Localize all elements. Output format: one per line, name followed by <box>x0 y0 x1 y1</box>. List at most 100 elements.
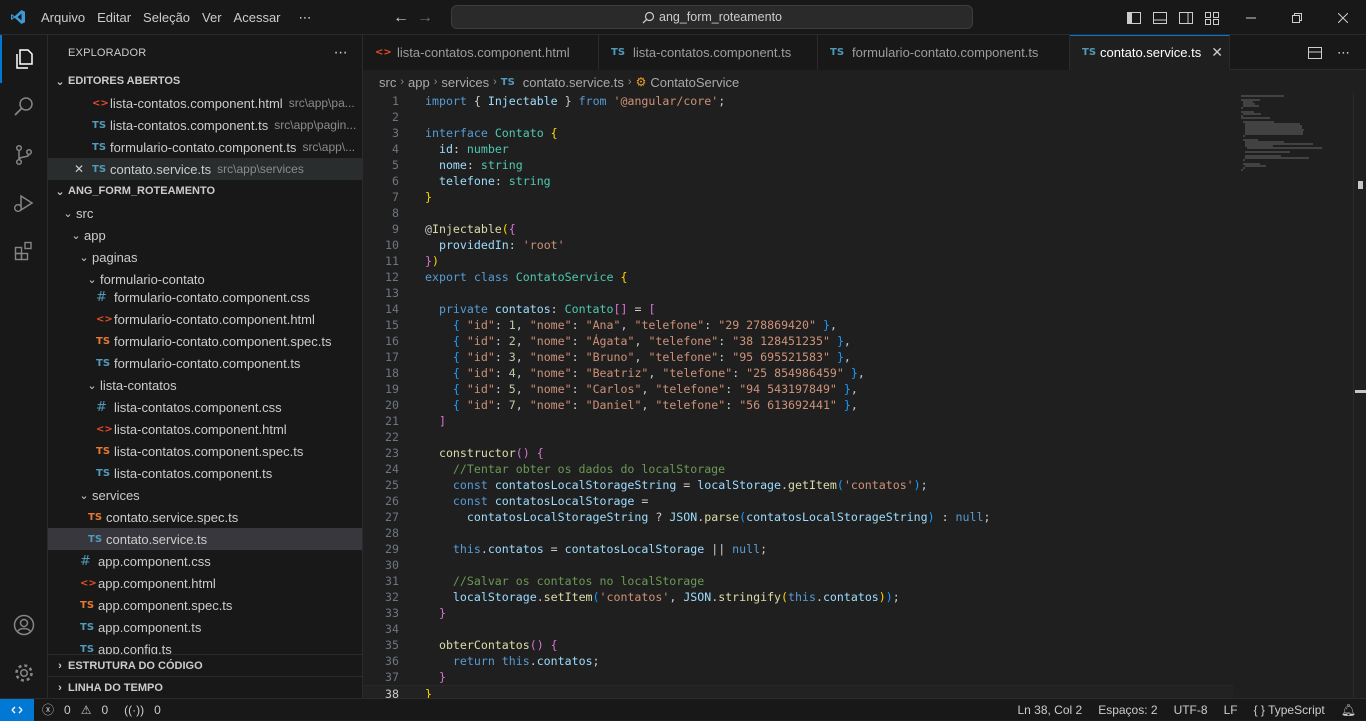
toggle-panel-icon[interactable] <box>1152 10 1168 26</box>
breadcrumb-item[interactable]: ContatoService <box>650 75 739 90</box>
command-center-search[interactable]: ang_form_roteamento <box>451 5 973 29</box>
menu-item[interactable]: ⋯ <box>293 0 318 35</box>
customize-layout-icon[interactable] <box>1204 10 1220 26</box>
editor-tab[interactable]: TS contato.service.ts ✕ <box>1070 35 1230 70</box>
code-token: . <box>480 542 488 556</box>
tree-file[interactable]: <> formulario-contato.component.html <box>48 308 362 330</box>
tree-file[interactable]: TS app.component.ts <box>48 616 362 638</box>
tree-folder[interactable]: ⌄ src <box>48 202 362 224</box>
search-view-icon[interactable] <box>0 83 48 131</box>
vertical-scrollbar[interactable] <box>1353 93 1366 698</box>
tree-folder[interactable]: ⌄ app <box>48 224 362 246</box>
tab-close-icon[interactable]: ✕ <box>1211 44 1223 61</box>
timeline-section[interactable]: › LINHA DO TEMPO <box>48 676 362 698</box>
menu-item[interactable]: Acessar <box>228 0 287 35</box>
code-content: { "id": 1, "nome": "Ana", "telefone": "2… <box>425 317 837 333</box>
indentation[interactable]: Espaços: 2 <box>1098 703 1157 717</box>
open-editors-section[interactable]: ⌄ EDITORES ABERTOS <box>48 70 362 92</box>
search-icon <box>642 11 655 23</box>
code-token: "telefone" <box>634 318 705 332</box>
tree-file[interactable]: <> lista-contatos.component.html <box>48 418 362 440</box>
tree-file[interactable]: TS lista-contatos.component.ts <box>48 462 362 484</box>
breadcrumb-item[interactable]: services <box>441 75 489 90</box>
menu-item[interactable]: Ver <box>196 0 228 35</box>
toggle-primary-sidebar-icon[interactable] <box>1126 10 1142 26</box>
editor-tab[interactable]: <> lista-contatos.component.html <box>363 35 599 70</box>
breadcrumb-item[interactable]: src <box>379 75 396 90</box>
project-section[interactable]: ⌄ ANG_FORM_ROTEAMENTO <box>48 180 362 202</box>
tree-folder[interactable]: ⌄ lista-contatos <box>48 374 362 396</box>
remote-indicator-icon[interactable] <box>0 698 34 721</box>
minimize-icon[interactable] <box>1228 0 1274 35</box>
menu-item[interactable]: Seleção <box>137 0 196 35</box>
problems-indicator[interactable]: ⓧ 0 ⚠ 0 ((·)) 0 <box>42 701 161 718</box>
editor-more-actions-icon[interactable]: ⋯ <box>1337 45 1350 61</box>
language-mode[interactable]: { } TypeScript <box>1254 703 1325 717</box>
restore-icon[interactable] <box>1274 0 1320 35</box>
source-control-icon[interactable] <box>0 131 48 179</box>
code-line: 29 this.contatos = contatosLocalStorage … <box>363 541 1233 557</box>
notifications-bell-icon[interactable]: 🔔︎ <box>1341 703 1356 717</box>
breadcrumb-item[interactable]: app <box>408 75 430 90</box>
close-editor-icon[interactable]: ✕ <box>66 162 92 176</box>
tree-file[interactable]: TS formulario-contato.component.ts <box>48 352 362 374</box>
menu-item[interactable]: Editar <box>91 0 137 35</box>
extensions-icon[interactable] <box>0 227 48 275</box>
settings-gear-icon[interactable] <box>0 649 48 697</box>
tree-folder[interactable]: ⌄ paginas <box>48 246 362 268</box>
tree-file[interactable]: TS app.component.spec.ts <box>48 594 362 616</box>
editor-tab[interactable]: TS formulario-contato.component.ts <box>818 35 1070 70</box>
tree-file[interactable]: TS formulario-contato.component.spec.ts <box>48 330 362 352</box>
open-editor-item[interactable]: ✕ TS contato.service.ts src\app\services <box>48 158 362 180</box>
code-line: 15 { "id": 1, "nome": "Ana", "telefone":… <box>363 317 1233 333</box>
breadcrumb-item[interactable]: contato.service.ts <box>523 75 624 90</box>
code-token: localStorage <box>697 478 782 492</box>
code-token: , <box>850 382 858 396</box>
tree-file[interactable]: TS contato.service.spec.ts <box>48 506 362 528</box>
code-token: , <box>843 350 851 364</box>
tree-file[interactable]: <> app.component.html <box>48 572 362 594</box>
outline-section[interactable]: › ESTRUTURA DO CÓDIGO <box>48 654 362 676</box>
file-encoding[interactable]: UTF-8 <box>1174 703 1208 717</box>
tree-file[interactable]: # formulario-contato.component.css <box>48 286 362 308</box>
code-token: this <box>788 590 816 604</box>
tree-file[interactable]: # lista-contatos.component.css <box>48 396 362 418</box>
editor-tab[interactable]: TS lista-contatos.component.ts <box>599 35 818 70</box>
open-editor-item[interactable]: TS lista-contatos.component.ts src\app\pag… <box>48 114 362 136</box>
toggle-secondary-sidebar-icon[interactable] <box>1178 10 1194 26</box>
chevron-down-icon: ⌄ <box>79 489 89 502</box>
menu-item[interactable]: Arquivo <box>35 0 91 35</box>
code-token: [ <box>648 302 656 316</box>
split-editor-icon[interactable] <box>1307 45 1323 61</box>
code-token: "Ágata" <box>585 334 635 348</box>
section-title: ANG_FORM_ROTEAMENTO <box>68 185 216 197</box>
tree-file[interactable]: # app.component.css <box>48 550 362 572</box>
code-editor[interactable]: 1 import { Injectable } from '@angular/co… <box>363 93 1233 698</box>
open-editor-item[interactable]: <> lista-contatos.component.html src\app\p… <box>48 92 362 114</box>
code-token: () <box>529 638 544 652</box>
tree-folder[interactable]: ⌄ services <box>48 484 362 506</box>
tree-file[interactable]: TS contato.service.ts <box>48 528 362 550</box>
explorer-icon[interactable] <box>0 35 48 83</box>
accounts-icon[interactable] <box>0 601 48 649</box>
code-token: } <box>425 190 432 204</box>
tree-file[interactable]: TS lista-contatos.component.spec.ts <box>48 440 362 462</box>
back-arrow-icon[interactable]: ← <box>393 9 409 27</box>
code-token: , <box>648 366 663 380</box>
tree-item-label: formulario-contato <box>100 271 205 287</box>
code-line: 27 contatosLocalStorageString ? JSON.par… <box>363 509 1233 525</box>
code-token: const <box>452 494 488 508</box>
minimap[interactable] <box>1233 93 1353 698</box>
code-content: { "id": 4, "nome": "Beatriz", "telefone"… <box>425 365 865 381</box>
open-editor-item[interactable]: TS formulario-contato.component.ts src\app… <box>48 136 362 158</box>
code-line: 3 interface Contato { <box>363 125 1233 141</box>
end-of-line[interactable]: LF <box>1224 703 1238 717</box>
file-path-description: src\app\... <box>302 140 356 154</box>
explorer-more-actions-icon[interactable]: ⋯ <box>334 44 348 61</box>
run-debug-icon[interactable] <box>0 179 48 227</box>
close-window-icon[interactable] <box>1320 0 1366 35</box>
forward-arrow-icon[interactable]: → <box>417 9 433 27</box>
cursor-position[interactable]: Ln 38, Col 2 <box>1017 703 1082 717</box>
